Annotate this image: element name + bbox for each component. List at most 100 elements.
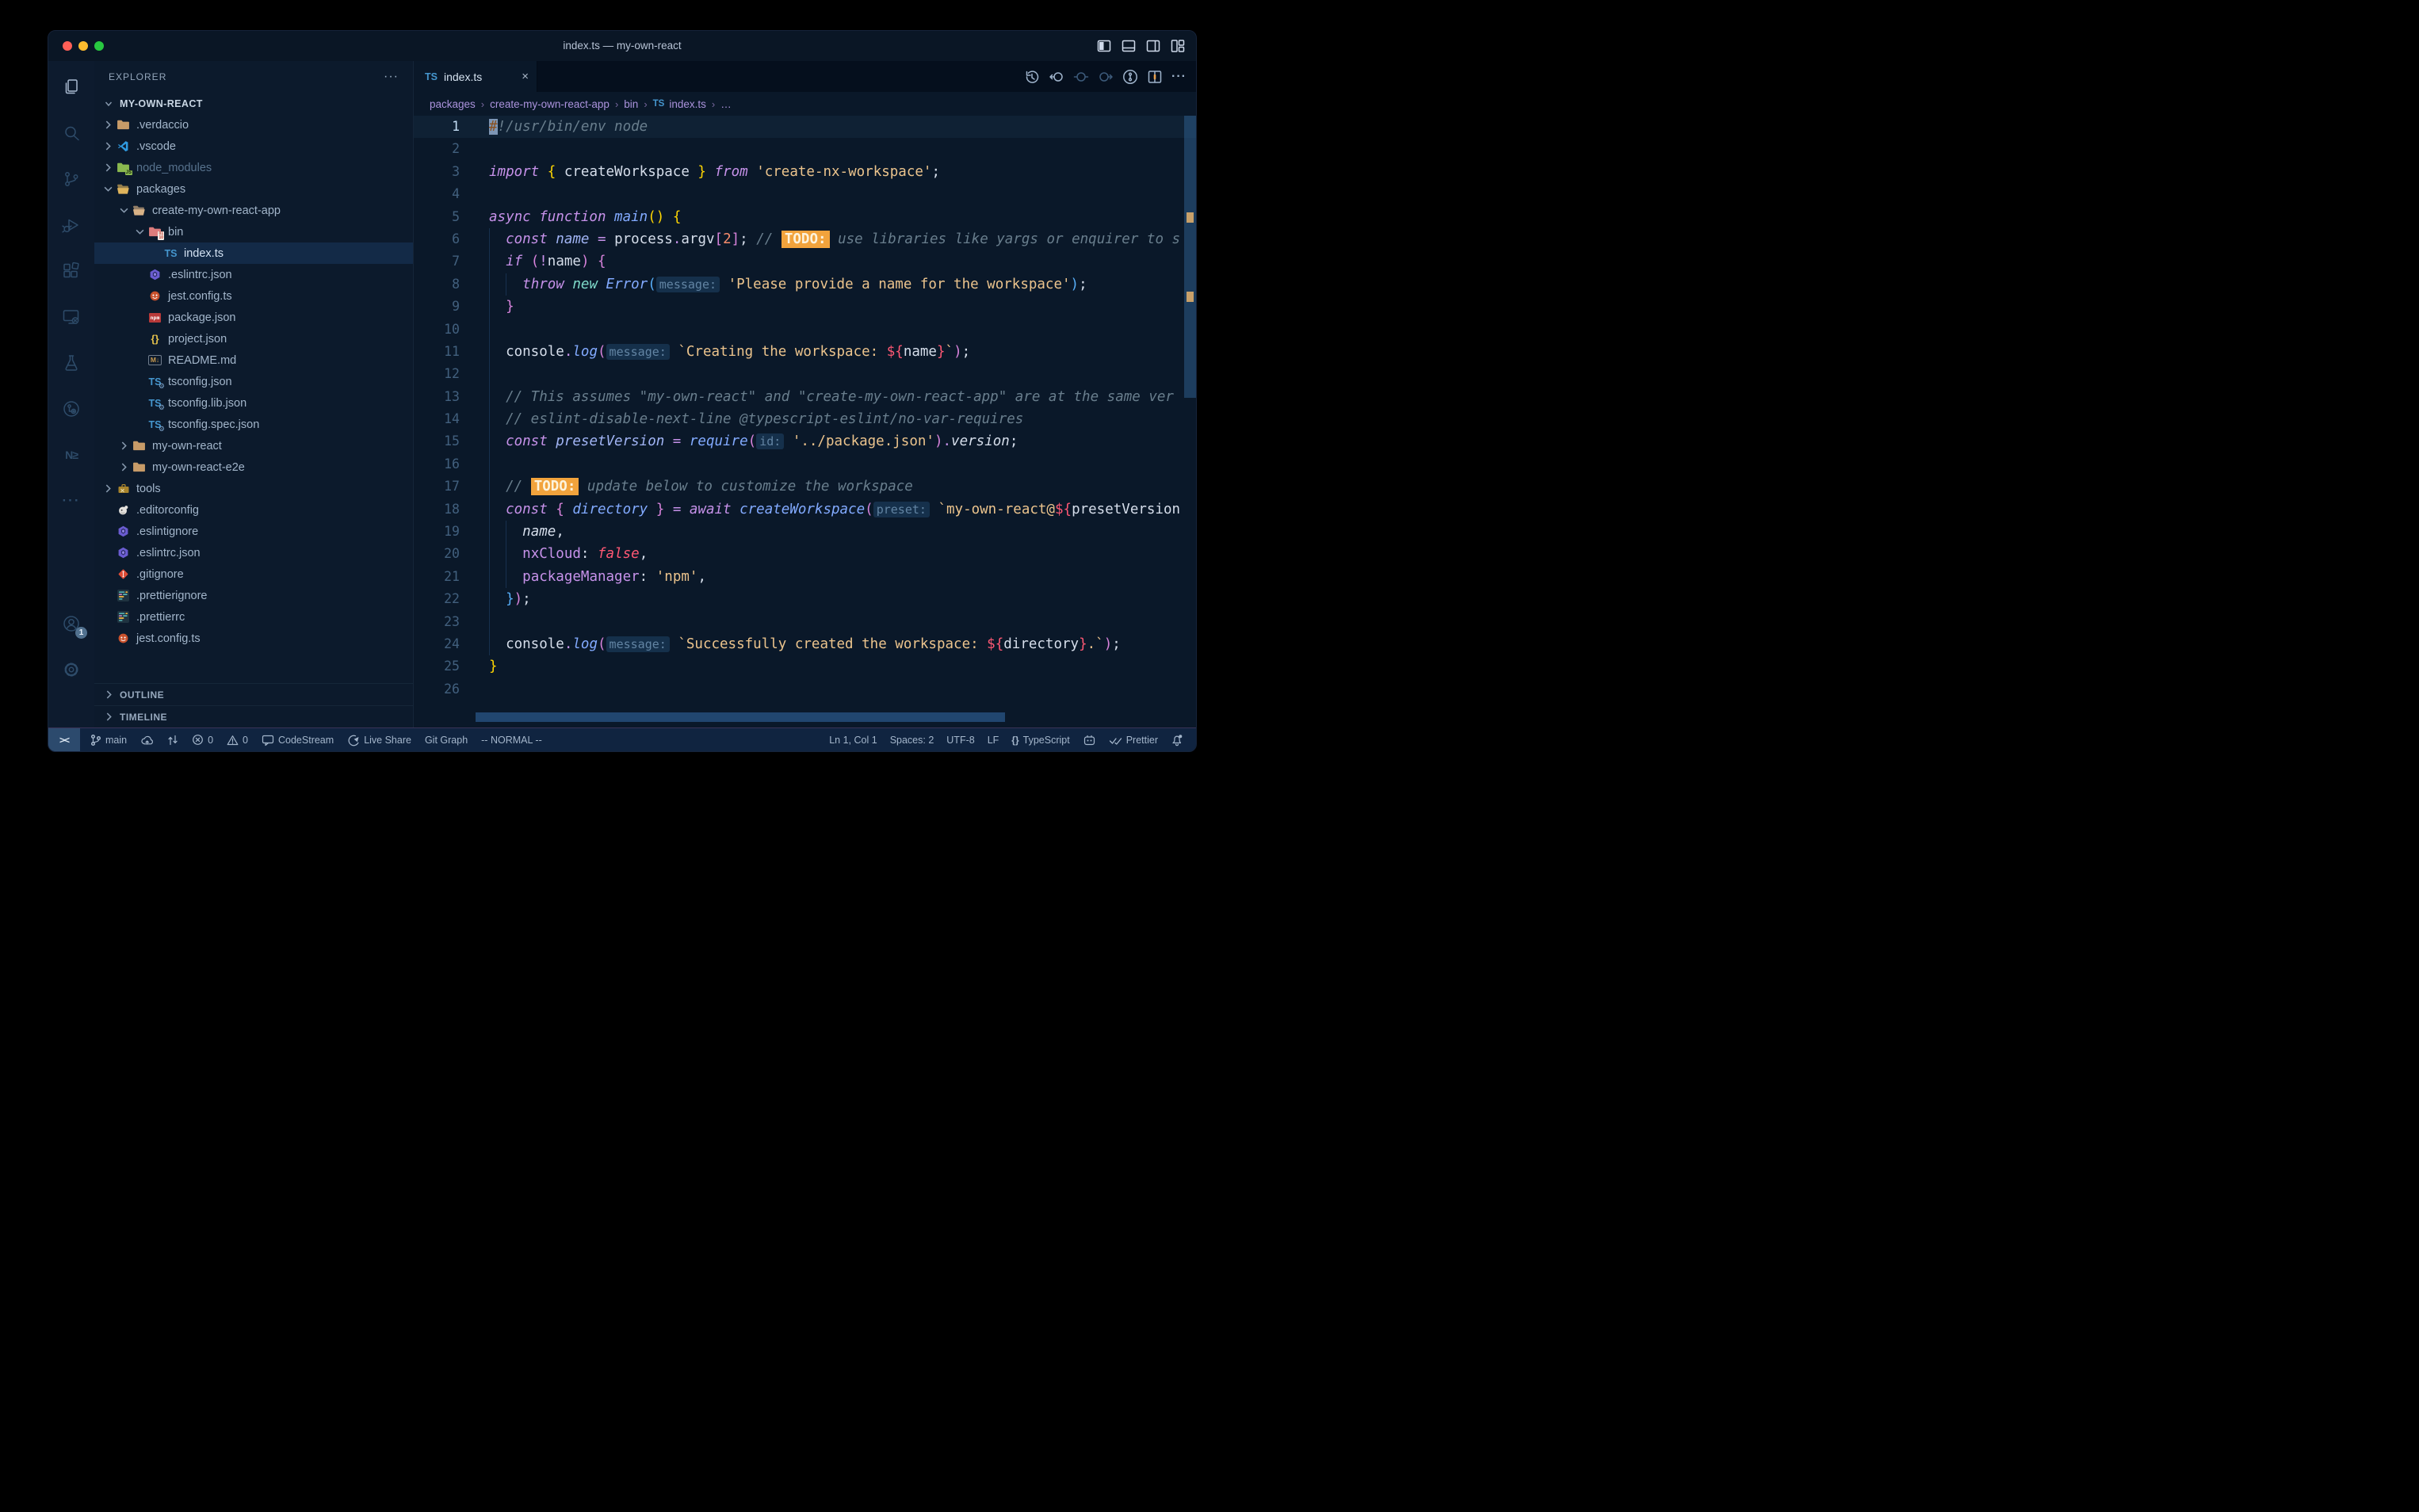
code-line-18[interactable]: 18 const { directory } = await createWor…	[414, 498, 1196, 521]
code-line-15[interactable]: 15 const presetVersion = require(id: '..…	[414, 430, 1196, 452]
tree-item-tsconfig.json[interactable]: TS⚙tsconfig.json	[94, 371, 413, 392]
status-item-language-mode[interactable]: {}TypeScript	[1011, 735, 1069, 746]
project-root-row[interactable]: MY-OWN-REACT	[94, 93, 413, 114]
tree-item-.verdaccio[interactable]: .verdaccio	[94, 114, 413, 136]
activity-item-settings[interactable]	[48, 647, 94, 693]
status-item-codestream[interactable]: CodeStream	[262, 734, 334, 746]
tree-item-index.ts[interactable]: TSindex.ts	[94, 242, 413, 264]
breadcrumb-item-packages[interactable]: packages	[430, 98, 476, 110]
activity-item-explorer[interactable]	[48, 64, 94, 110]
activity-item-source-control[interactable]	[48, 156, 94, 202]
status-item-errors[interactable]: 0	[192, 734, 213, 746]
code-line-20[interactable]: 20 nxCloud: false,	[414, 543, 1196, 565]
code-line-2[interactable]: 2	[414, 138, 1196, 160]
code-line-7[interactable]: 7 if (!name) {	[414, 250, 1196, 273]
activity-item-testing[interactable]	[48, 340, 94, 386]
tree-item-.eslintignore[interactable]: .eslintignore	[94, 521, 413, 542]
nav-stop-icon[interactable]	[1073, 69, 1089, 85]
tree-item-.eslintrc.json[interactable]: .eslintrc.json	[94, 264, 413, 285]
tree-item-.gitignore[interactable]: .gitignore	[94, 563, 413, 585]
activity-item-run-debug[interactable]	[48, 202, 94, 248]
tree-item-my-own-react-e2e[interactable]: my-own-react-e2e	[94, 456, 413, 478]
tree-item-node-modules[interactable]: JSnode_modules	[94, 157, 413, 178]
activity-item-search[interactable]	[48, 110, 94, 156]
tree-item-packages[interactable]: packages	[94, 178, 413, 200]
tab-index-ts[interactable]: TS index.ts ×	[414, 61, 537, 92]
activity-item-accounts[interactable]: 1	[48, 601, 94, 647]
activity-item-nx-console[interactable]: N≥	[48, 432, 94, 478]
code-line-19[interactable]: 19 name,	[414, 521, 1196, 543]
breadcrumb-item-index.ts[interactable]: TSindex.ts	[653, 98, 706, 110]
more-actions-icon[interactable]: ···	[1171, 70, 1187, 84]
tree-item-package.json[interactable]: npmpackage.json	[94, 307, 413, 328]
remote-indicator-button[interactable]: ><	[48, 728, 80, 752]
code-line-6[interactable]: 6 const name = process.argv[2]; // TODO:…	[414, 228, 1196, 250]
status-item-git-branch[interactable]: main	[90, 734, 127, 746]
tree-item-tsconfig.lib.json[interactable]: TS⚙tsconfig.lib.json	[94, 392, 413, 414]
panel-right-icon[interactable]	[1146, 39, 1160, 53]
status-item-indentation[interactable]: Spaces: 2	[890, 735, 934, 746]
status-item-live-share[interactable]: Live Share	[347, 734, 411, 746]
status-item-vim-mode[interactable]: -- NORMAL --	[481, 735, 542, 746]
horizontal-scrollbar[interactable]	[476, 712, 1005, 722]
code-line-10[interactable]: 10	[414, 319, 1196, 341]
breadcrumb-item-create-my-own-react-app[interactable]: create-my-own-react-app	[490, 98, 610, 110]
panel-bottom-icon[interactable]	[1122, 39, 1136, 53]
tree-item-.editorconfig[interactable]: .editorconfig	[94, 499, 413, 521]
explorer-more-actions-button[interactable]: ···	[384, 70, 399, 84]
status-item-formatter[interactable]: Prettier	[1109, 735, 1158, 746]
code-line-3[interactable]: 3import { createWorkspace } from 'create…	[414, 161, 1196, 183]
activity-item-extensions[interactable]	[48, 248, 94, 294]
tree-item-project.json[interactable]: {}project.json	[94, 328, 413, 349]
code-line-21[interactable]: 21 packageManager: 'npm',	[414, 566, 1196, 588]
timeline-history-icon[interactable]	[1024, 69, 1040, 85]
breadcrumb-item-bin[interactable]: bin	[624, 98, 638, 110]
status-item-eol[interactable]: LF	[988, 735, 999, 746]
status-item-warnings[interactable]: 0	[227, 735, 248, 746]
status-item-encoding[interactable]: UTF-8	[946, 735, 974, 746]
code-line-11[interactable]: 11 console.log(message: `Creating the wo…	[414, 341, 1196, 363]
status-item-compare[interactable]	[167, 734, 178, 746]
code-line-22[interactable]: 22 });	[414, 588, 1196, 610]
code-line-26[interactable]: 26	[414, 678, 1196, 701]
code-line-24[interactable]: 24 console.log(message: `Successfully cr…	[414, 633, 1196, 655]
status-item-cursor-position[interactable]: Ln 1, Col 1	[829, 735, 877, 746]
code-line-13[interactable]: 13 // This assumes "my-own-react" and "c…	[414, 386, 1196, 408]
tree-item-my-own-react[interactable]: my-own-react	[94, 435, 413, 456]
tree-item-readme.md[interactable]: M↓README.md	[94, 349, 413, 371]
code-line-14[interactable]: 14 // eslint-disable-next-line @typescri…	[414, 408, 1196, 430]
tree-item-bin[interactable]: 0110bin	[94, 221, 413, 242]
vertical-scrollbar[interactable]	[1184, 116, 1196, 398]
tree-item-jest.config.ts[interactable]: jest.config.ts	[94, 628, 413, 649]
tree-item-.vscode[interactable]: .vscode	[94, 136, 413, 157]
code-line-5[interactable]: 5async function main() {	[414, 206, 1196, 228]
tree-item-tsconfig.spec.json[interactable]: TS⚙tsconfig.spec.json	[94, 414, 413, 435]
code-line-12[interactable]: 12	[414, 363, 1196, 385]
split-editor-icon[interactable]	[1147, 69, 1163, 85]
panel-left-icon[interactable]	[1097, 39, 1111, 53]
section-timeline[interactable]: TIMELINE	[94, 705, 413, 727]
code-line-1[interactable]: 1#!/usr/bin/env node	[414, 116, 1196, 138]
code-line-25[interactable]: 25}	[414, 655, 1196, 678]
tree-item-create-my-own-react-app[interactable]: create-my-own-react-app	[94, 200, 413, 221]
activity-item-more-views[interactable]: ···	[48, 478, 94, 524]
section-outline[interactable]: OUTLINE	[94, 683, 413, 705]
nav-back-icon[interactable]	[1049, 69, 1064, 85]
tree-item-.prettierignore[interactable]: .prettierignore	[94, 585, 413, 606]
git-actions-icon[interactable]	[1122, 69, 1138, 85]
code-line-16[interactable]: 16	[414, 453, 1196, 475]
code-line-9[interactable]: 9 }	[414, 296, 1196, 318]
status-item-tabnine[interactable]	[1083, 734, 1096, 746]
code-line-8[interactable]: 8 throw new Error(message: 'Please provi…	[414, 273, 1196, 296]
activity-item-gitlens[interactable]	[48, 386, 94, 432]
code-line-23[interactable]: 23	[414, 611, 1196, 633]
code-line-17[interactable]: 17 // TODO: update below to customize th…	[414, 475, 1196, 498]
close-tab-icon[interactable]: ×	[522, 70, 529, 83]
code-editor[interactable]: 1#!/usr/bin/env node23import { createWor…	[414, 116, 1196, 727]
code-line-4[interactable]: 4	[414, 183, 1196, 205]
tree-item-jest.config.ts[interactable]: jest.config.ts	[94, 285, 413, 307]
breadcrumb-item--[interactable]: …	[720, 98, 732, 110]
layout-icon[interactable]	[1171, 39, 1185, 53]
tree-item-.prettierrc[interactable]: .prettierrc	[94, 606, 413, 628]
status-item-notifications[interactable]	[1171, 734, 1183, 746]
